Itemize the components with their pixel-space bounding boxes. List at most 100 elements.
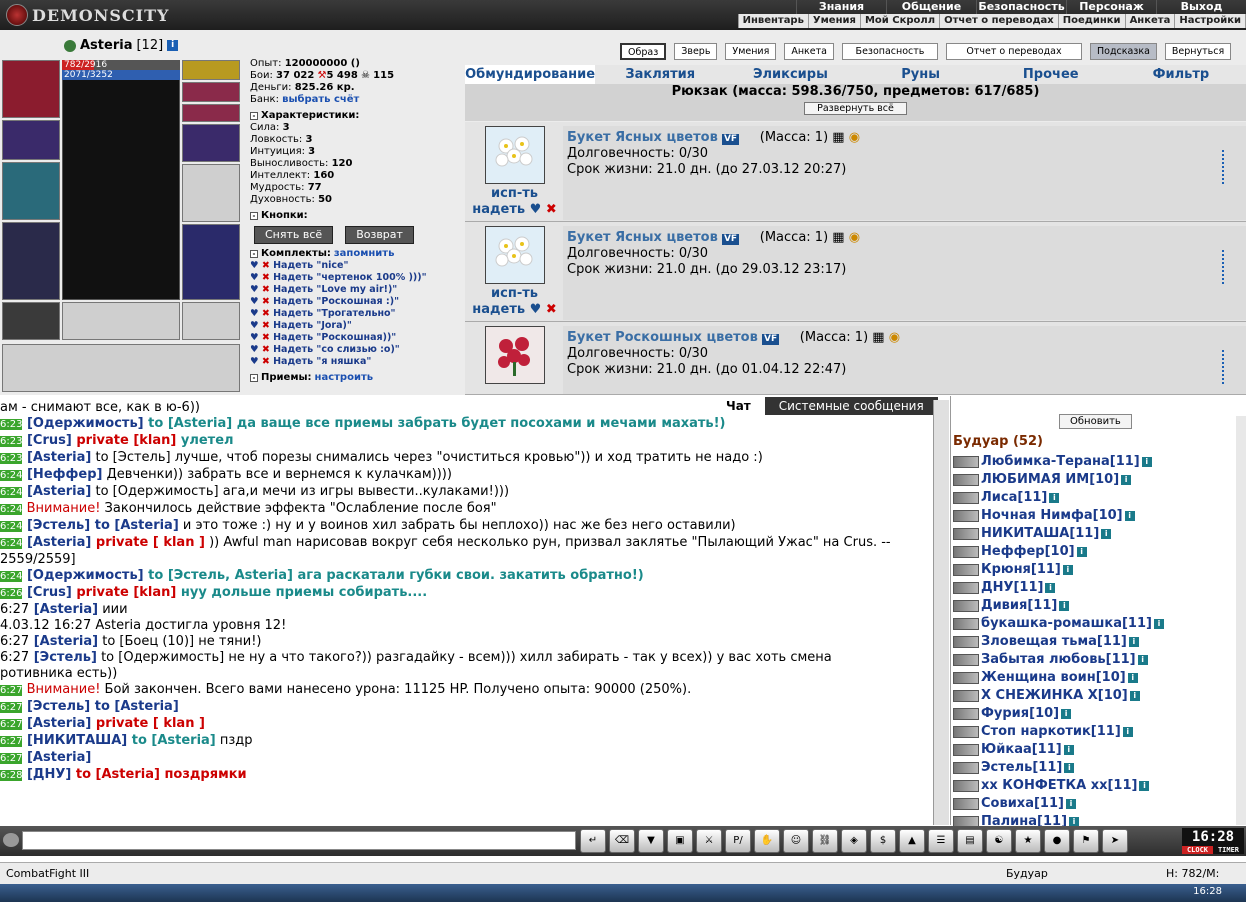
user-name[interactable]: Дивия[11] [981,597,1057,615]
user-name[interactable]: Любимка-Терана[11] [981,453,1140,471]
chat-nick[interactable]: to [Asteria] [90,518,179,533]
info-icon[interactable]: i [1121,475,1132,485]
info-icon[interactable]: i [1128,637,1139,647]
set-item[interactable]: ♥ ✖ Надеть "Роскошная :)" [250,296,460,308]
boots-slot[interactable] [182,302,240,340]
set-label[interactable]: Надеть "Трогательно" [273,308,395,319]
chat-nick[interactable]: [Asteria] [22,450,91,465]
tab-runes[interactable]: Руны [856,65,986,84]
user-entry[interactable]: Женщина воин[10] i [953,669,1233,687]
tab-return[interactable]: Вернуться [1164,43,1232,60]
necklace-slot[interactable] [182,82,240,102]
chat-nick[interactable]: [Asteria] [22,750,91,765]
user-name[interactable]: Ночная Нимфа[10] [981,507,1123,525]
user-entry[interactable]: Стоп наркотик[11] i [953,723,1233,741]
exit-icon[interactable]: ➤ [1102,829,1128,853]
user-entry[interactable]: Юйкаа[11] i [953,741,1233,759]
user-entry[interactable]: ЛЮБИМАЯ ИМ[10] i [953,471,1233,489]
pl-icon[interactable]: P/ [725,829,751,853]
use-link[interactable]: исп-ть [467,286,562,302]
menu-security[interactable]: Безопасность [976,0,1066,14]
armor-slot[interactable] [2,222,60,300]
flag-icon[interactable]: ⚑ [1073,829,1099,853]
set-item[interactable]: ♥ ✖ Надеть "nice" [250,260,460,272]
info-icon[interactable]: i [1122,727,1133,737]
user-entry[interactable]: хх КОНФЕТКА хх[11] i [953,777,1233,795]
item-name[interactable]: Букет Ясных цветов [567,230,718,245]
user-entry[interactable]: Ночная Нимфа[10] i [953,507,1233,525]
friends-icon[interactable]: ★ [1015,829,1041,853]
user-entry[interactable]: ДНУ[11] i [953,579,1233,597]
user-name[interactable]: ЛЮБИМАЯ ИМ[10] [981,471,1119,489]
info-icon[interactable]: i [1141,457,1152,467]
user-entry[interactable]: Любимка-Терана[11] i [953,453,1233,471]
info-icon[interactable]: i [1045,583,1056,593]
chat-scrollbar[interactable] [933,400,949,825]
chat-nick[interactable]: [Asteria] [22,484,91,499]
user-name[interactable]: Зловещая тьма[11] [981,633,1127,651]
collapse-icon[interactable]: - [250,212,258,220]
gloves-slot[interactable] [182,124,240,162]
set-label[interactable]: Надеть "Роскошная :)" [273,296,399,307]
set-item[interactable]: ♥ ✖ Надеть "Роскошная))" [250,332,460,344]
user-name[interactable]: букашка-ромашка[11] [981,615,1152,633]
info-icon[interactable]: i [1062,565,1073,575]
chat-nick[interactable]: to [Asteria] [90,699,179,714]
item-name[interactable]: Букет Роскошных цветов [567,330,758,345]
earring-slot[interactable] [182,60,240,80]
info-icon[interactable]: i [1153,619,1164,629]
user-name[interactable]: Юйкаа[11] [981,741,1062,759]
user-entry[interactable]: Х СНЕЖИНКА Х[10] i [953,687,1233,705]
set-label[interactable]: Надеть "Love my air!)" [273,284,397,295]
collapse-icon[interactable]: - [250,250,258,258]
set-item[interactable]: ♥ ✖ Надеть "я няшка" [250,356,460,368]
submenu-scroll[interactable]: Мой Скролл [861,14,941,28]
info-icon[interactable]: i [1139,781,1150,791]
tab-hint[interactable]: Подсказка [1089,43,1157,60]
set-label[interactable]: Надеть "nice" [273,260,348,271]
tab-spells[interactable]: Заклятия [595,65,725,84]
sets-remember-link[interactable]: запомнить [334,248,395,260]
user-name[interactable]: хх КОНФЕТКА хх[11] [981,777,1137,795]
use-link[interactable]: исп-ть [467,186,562,202]
tab-image[interactable]: Образ [620,43,667,60]
save-icon[interactable]: ▣ [667,829,693,853]
return-button[interactable]: Возврат [345,226,414,244]
user-name[interactable]: ДНУ[11] [981,579,1043,597]
scroll-arrows-icon[interactable] [1222,350,1228,384]
info-icon[interactable]: i [1065,799,1076,809]
helmet-icon[interactable]: ⛓ [812,829,838,853]
fight-icon[interactable]: ⚔ [696,829,722,853]
paw-icon[interactable]: ● [1044,829,1070,853]
set-item[interactable]: ♥ ✖ Надеть "Jora)" [250,320,460,332]
chat-nick[interactable]: [Неффер] [22,467,103,482]
info-icon[interactable]: i [1076,547,1087,557]
set-label[interactable]: Надеть "чертенок 100% )))" [273,272,426,283]
submenu-skills[interactable]: Умения [809,14,861,28]
user-entry[interactable]: Эстель[11] i [953,759,1233,777]
delete-icon[interactable]: ✖ [546,302,557,317]
menu-knowledge[interactable]: Знания [796,0,886,14]
info-icon[interactable]: i [1129,691,1140,701]
wear-link[interactable]: надеть [472,202,525,217]
user-name[interactable]: Неффер[10] [981,543,1075,561]
scroll-icon[interactable]: ☰ [928,829,954,853]
tab-system-messages[interactable]: Системные сообщения [764,397,938,415]
belt-slot[interactable] [2,302,60,340]
submenu-settings[interactable]: Настройки [1175,14,1246,28]
chat-nick[interactable]: [Эстель] [29,650,97,665]
book-icon[interactable]: ▤ [957,829,983,853]
chat-nick[interactable]: [Crus] [22,585,72,600]
helmet-slot[interactable] [2,60,60,118]
user-name[interactable]: Лиса[11] [981,489,1047,507]
user-entry[interactable]: Зловещая тьма[11] i [953,633,1233,651]
user-entry[interactable]: Лиса[11] i [953,489,1233,507]
weapon-slot[interactable] [2,162,60,220]
hand-icon[interactable]: ✋ [754,829,780,853]
map-icon[interactable]: ▲ [899,829,925,853]
user-entry[interactable]: Неффер[10] i [953,543,1233,561]
set-label[interactable]: Надеть "я няшка" [273,356,371,367]
bracer-slot[interactable] [2,120,60,160]
chat-nick[interactable]: [Эстель] [22,518,90,533]
info-icon[interactable]: i [1064,763,1075,773]
